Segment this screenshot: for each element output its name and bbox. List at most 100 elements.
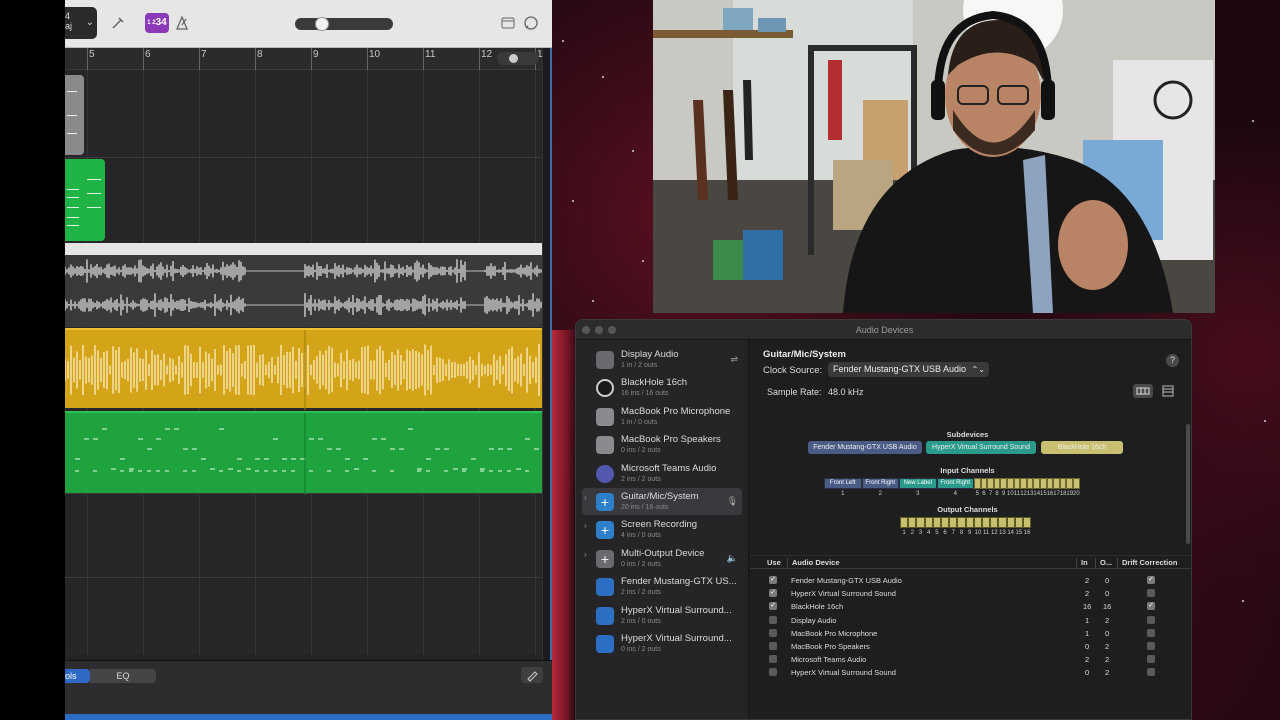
sample-rate-value[interactable]: 48.0 kHz — [828, 387, 864, 397]
output-channel[interactable] — [932, 517, 941, 528]
input-channel[interactable] — [1020, 478, 1027, 489]
output-channel[interactable] — [1014, 517, 1023, 528]
input-channel[interactable] — [1026, 478, 1034, 489]
input-channel[interactable]: New Label — [899, 478, 937, 489]
midi-region-small[interactable] — [65, 159, 105, 241]
input-channel[interactable]: Front Right — [936, 478, 974, 489]
use-checkbox[interactable] — [769, 655, 777, 664]
close-button[interactable] — [582, 326, 590, 334]
input-channel[interactable] — [1059, 478, 1067, 489]
loop-browser-icon[interactable] — [523, 15, 539, 31]
input-channel[interactable] — [1013, 478, 1021, 489]
use-checkbox[interactable] — [769, 628, 777, 637]
input-channel[interactable] — [974, 478, 981, 489]
sidebar-device-item[interactable]: › + Screen Recording 4 ins / 0 outs — [582, 516, 742, 543]
sidebar-device-item[interactable]: MacBook Pro Speakers 0 ins / 2 outs — [582, 431, 742, 458]
drift-correction-checkbox[interactable] — [1147, 628, 1155, 637]
input-channel[interactable] — [987, 478, 994, 489]
zoom-slider[interactable] — [497, 52, 539, 65]
sidebar-device-item[interactable]: HyperX Virtual Surround... 0 ins / 2 outs — [582, 630, 742, 657]
input-channel[interactable]: Front Right — [861, 478, 899, 489]
drift-correction-checkbox[interactable]: ✓ — [1147, 602, 1155, 611]
output-channel[interactable] — [949, 517, 958, 528]
drift-correction-checkbox[interactable] — [1147, 589, 1155, 598]
view-channels-icon[interactable] — [1133, 384, 1153, 398]
input-channel[interactable] — [1007, 478, 1014, 489]
output-channel[interactable] — [900, 517, 909, 528]
output-channel[interactable] — [965, 517, 974, 528]
clock-source-select[interactable]: Fender Mustang-GTX USB Audio ⌃⌄ — [828, 362, 989, 377]
col-in[interactable]: In — [1081, 558, 1088, 567]
col-use[interactable]: Use — [767, 558, 781, 567]
disclosure-triangle-icon[interactable]: › — [584, 521, 587, 530]
use-checkbox[interactable] — [769, 642, 777, 650]
view-list-icon[interactable] — [1160, 384, 1176, 398]
use-checkbox[interactable]: ✓ — [769, 589, 777, 598]
output-channel[interactable] — [1006, 517, 1015, 528]
metronome-icon[interactable] — [173, 14, 191, 32]
subdevice-chip[interactable]: BlackHole 16ch — [1041, 441, 1123, 454]
tab-eq[interactable]: EQ — [90, 669, 156, 683]
help-button[interactable]: ? — [1166, 354, 1179, 367]
drift-correction-checkbox[interactable]: ✓ — [1147, 576, 1155, 584]
output-channel[interactable] — [1023, 517, 1032, 528]
use-checkbox[interactable] — [769, 615, 777, 624]
tracks-area[interactable] — [65, 70, 542, 655]
output-channel[interactable] — [916, 517, 925, 528]
drift-correction-checkbox[interactable] — [1147, 615, 1155, 624]
detail-scrollbar[interactable] — [1186, 424, 1190, 544]
drummer-region[interactable] — [65, 75, 84, 155]
drift-correction-checkbox[interactable] — [1147, 655, 1155, 664]
zoom-button[interactable] — [608, 326, 616, 334]
use-checkbox[interactable] — [769, 668, 777, 677]
tuner-icon[interactable] — [109, 14, 127, 32]
sidebar-device-item[interactable]: › + Guitar/Mic/System 20 ins / 16 outs 🎙 — [582, 488, 742, 515]
use-checkbox[interactable]: ✓ — [769, 602, 777, 611]
input-channel[interactable]: Front Left — [824, 478, 862, 489]
input-channel[interactable] — [993, 478, 1001, 489]
drift-correction-checkbox[interactable] — [1147, 642, 1155, 650]
subdevice-chip[interactable]: Fender Mustang-GTX USB Audio — [808, 441, 922, 454]
disclosure-triangle-icon[interactable]: › — [584, 550, 587, 559]
sidebar-device-item[interactable]: MacBook Pro Microphone 1 in / 0 outs — [582, 403, 742, 430]
tab-controls[interactable]: ols — [65, 669, 90, 683]
sidebar-device-item[interactable]: BlackHole 16ch 16 ins / 16 outs — [582, 374, 742, 401]
output-channel[interactable] — [998, 517, 1007, 528]
output-channel[interactable] — [990, 517, 999, 528]
audio-region-guitar[interactable] — [65, 243, 542, 327]
subdevice-chip[interactable]: HyperX Virtual Surround Sound — [926, 441, 1036, 454]
lcd-display[interactable]: 4 aj ⌄ — [65, 7, 97, 39]
sidebar-device-item[interactable]: Fender Mustang-GTX US... 2 ins / 2 outs — [582, 573, 742, 600]
drift-correction-checkbox[interactable] — [1147, 668, 1155, 677]
output-channel[interactable] — [941, 517, 950, 528]
sidebar-device-item[interactable]: Microsoft Teams Audio 2 ins / 2 outs — [582, 460, 742, 487]
disclosure-triangle-icon[interactable]: › — [584, 493, 587, 502]
input-channel[interactable] — [1040, 478, 1047, 489]
output-channel[interactable] — [982, 517, 991, 528]
use-checkbox[interactable]: ✓ — [769, 576, 777, 584]
input-channel[interactable] — [1073, 478, 1080, 489]
count-in-button[interactable]: 1 234 — [145, 13, 169, 33]
col-drift-correction[interactable]: Drift Correction — [1122, 558, 1177, 567]
input-channel[interactable] — [1000, 478, 1007, 489]
sidebar-device-item[interactable]: Display Audio 1 in / 2 outs ⇌ — [582, 346, 742, 373]
pencil-icon[interactable] — [521, 667, 543, 683]
timeline-ruler[interactable]: 5678910111213 — [65, 48, 548, 70]
minimize-button[interactable] — [595, 326, 603, 334]
col-out[interactable]: O... — [1100, 558, 1112, 567]
sidebar-device-item[interactable]: HyperX Virtual Surround... 2 ins / 0 outs — [582, 602, 742, 629]
sidebar-device-item[interactable]: › + Multi-Output Device 0 ins / 2 outs 🔈 — [582, 545, 742, 572]
master-volume-slider[interactable] — [295, 17, 393, 31]
output-channel[interactable] — [973, 517, 982, 528]
zoom-knob[interactable] — [509, 54, 518, 63]
input-channel[interactable] — [1033, 478, 1040, 489]
output-channel[interactable] — [957, 517, 966, 528]
input-channel[interactable] — [1046, 478, 1054, 489]
input-channel[interactable] — [1053, 478, 1060, 489]
notepad-icon[interactable] — [501, 16, 515, 30]
volume-knob[interactable] — [315, 17, 329, 31]
window-title-bar[interactable]: Audio Devices — [576, 320, 1191, 340]
output-channel[interactable] — [924, 517, 933, 528]
input-channel[interactable] — [1066, 478, 1073, 489]
output-channel[interactable] — [908, 517, 917, 528]
